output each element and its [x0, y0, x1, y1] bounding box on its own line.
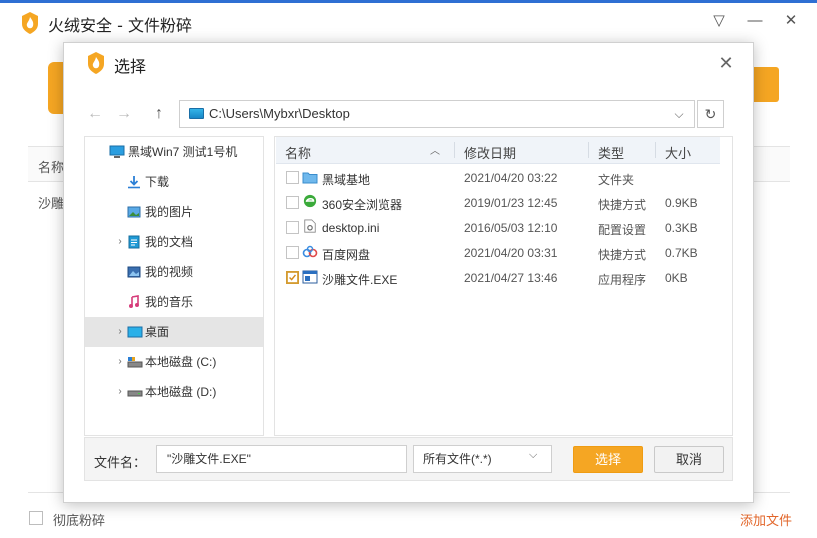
up-arrow-icon[interactable]: ↑: [149, 104, 169, 124]
back-arrow-icon[interactable]: ←: [85, 104, 105, 124]
file-checkbox[interactable]: [286, 196, 299, 209]
expand-arrow-icon[interactable]: ›: [115, 227, 125, 257]
file-name: 百度网盘: [322, 248, 371, 262]
dialog-close-icon[interactable]: ✕: [716, 53, 736, 73]
cloud-disk-icon: [302, 245, 318, 258]
refresh-icon[interactable]: ↻: [697, 100, 724, 128]
tree-item-label: 桌面: [145, 325, 170, 339]
file-checkbox[interactable]: [286, 171, 299, 184]
tree-item-pictures[interactable]: 我的图片: [85, 197, 263, 227]
tree-item-label: 黑域Win7 测试1号机: [128, 145, 238, 159]
tree-item-label: 我的文档: [145, 235, 194, 249]
tree-item-drive-c[interactable]: › 本地磁盘 (C:): [85, 347, 263, 377]
column-header-type[interactable]: 类型: [598, 143, 624, 162]
file-type: 快捷方式: [598, 198, 647, 212]
chevron-down-icon[interactable]: ⌵: [670, 104, 688, 124]
file-type: 快捷方式: [598, 248, 647, 262]
main-row-filename: 沙雕: [38, 196, 65, 211]
folder-icon: [302, 172, 318, 184]
file-size: 0.9KB: [665, 196, 698, 210]
file-checkbox-checked[interactable]: [286, 271, 299, 284]
file-name: desktop.ini: [322, 221, 380, 235]
tree-item-computer[interactable]: 黑域Win7 测试1号机: [85, 137, 263, 167]
file-size: 0.7KB: [665, 246, 698, 260]
column-separator: [454, 142, 455, 158]
expand-arrow-icon[interactable]: ›: [115, 347, 125, 377]
file-type: 文件夹: [598, 173, 635, 187]
tree-item-downloads[interactable]: 下载: [85, 167, 263, 197]
dialog-logo-icon: [88, 52, 104, 74]
exe-icon: [302, 270, 318, 284]
documents-icon: [128, 235, 140, 249]
drive-d-icon: [127, 390, 143, 397]
tree-item-music[interactable]: 我的音乐: [85, 287, 263, 317]
address-path: C:\Users\Mybxr\Desktop: [209, 106, 350, 121]
tree-item-desktop[interactable]: › 桌面: [85, 317, 263, 347]
pictures-icon: [127, 206, 141, 218]
videos-icon: [127, 266, 141, 278]
column-separator: [655, 142, 656, 158]
file-modified: 2021/04/27 13:46: [464, 271, 558, 285]
file-type: 配置设置: [598, 223, 647, 237]
file-name: 沙雕文件.EXE: [322, 273, 398, 287]
folder-tree: 黑域Win7 测试1号机 下载 我的图片 › 我的文档 我的视频 我的音乐 › …: [84, 136, 264, 436]
computer-icon: [109, 145, 125, 158]
minimize-icon[interactable]: —: [746, 12, 764, 30]
shred-completely-label: 彻底粉碎: [53, 513, 106, 528]
download-icon: [128, 176, 140, 189]
drive-c-icon: [127, 357, 143, 368]
main-column-name: 名称: [38, 160, 65, 175]
tree-item-label: 本地磁盘 (D:): [145, 385, 217, 399]
huorong-logo-icon: [22, 12, 38, 34]
file-name: 360安全浏览器: [322, 198, 403, 212]
column-header-modified[interactable]: 修改日期: [464, 143, 516, 162]
sort-ascending-icon[interactable]: ︿: [430, 142, 440, 157]
tree-item-videos[interactable]: 我的视频: [85, 257, 263, 287]
tree-item-documents[interactable]: › 我的文档: [85, 227, 263, 257]
file-type: 应用程序: [598, 273, 647, 287]
column-separator: [588, 142, 589, 158]
file-modified: 2021/04/20 03:22: [464, 171, 558, 185]
tree-item-label: 我的视频: [145, 265, 194, 279]
file-size: 0KB: [665, 271, 688, 285]
file-modified: 2019/01/23 12:45: [464, 196, 558, 210]
select-button[interactable]: 选择: [573, 446, 643, 473]
file-modified: 2021/04/20 03:31: [464, 246, 558, 260]
dialog-title: 选择: [114, 57, 147, 76]
desktop-icon: [127, 326, 143, 338]
shred-completely-checkbox[interactable]: [29, 511, 43, 525]
tree-item-label: 下载: [145, 175, 170, 189]
expand-arrow-icon[interactable]: ›: [115, 317, 125, 347]
tree-item-drive-d[interactable]: › 本地磁盘 (D:): [85, 377, 263, 407]
file-checkbox[interactable]: [286, 246, 299, 259]
file-modified: 2016/05/03 12:10: [464, 221, 558, 235]
cancel-button[interactable]: 取消: [654, 446, 724, 473]
main-close-icon[interactable]: ✕: [782, 12, 800, 30]
tree-item-label: 本地磁盘 (C:): [145, 355, 217, 369]
music-icon: [129, 295, 139, 308]
file-size: 0.3KB: [665, 221, 698, 235]
column-header-size[interactable]: 大小: [665, 143, 691, 162]
tree-item-label: 我的音乐: [145, 295, 194, 309]
forward-arrow-icon[interactable]: →: [114, 104, 134, 124]
file-name: 黑域基地: [322, 173, 371, 187]
column-header-name[interactable]: 名称: [285, 143, 311, 162]
chevron-down-icon[interactable]: ⌵: [529, 449, 537, 462]
filename-label: 文件名：: [94, 455, 147, 470]
expand-arrow-icon[interactable]: ›: [115, 377, 125, 407]
add-file-link[interactable]: 添加文件: [740, 510, 792, 529]
settings-file-icon: [304, 219, 316, 233]
main-window-title: 火绒安全 - 文件粉碎: [48, 16, 192, 35]
tree-item-label: 我的图片: [145, 205, 194, 219]
browser-icon: [303, 194, 317, 208]
menu-dropdown-icon[interactable]: ▽: [710, 12, 728, 30]
file-checkbox[interactable]: [286, 221, 299, 234]
filename-input[interactable]: "沙雕文件.EXE": [156, 445, 407, 473]
address-desktop-icon: [189, 108, 204, 119]
